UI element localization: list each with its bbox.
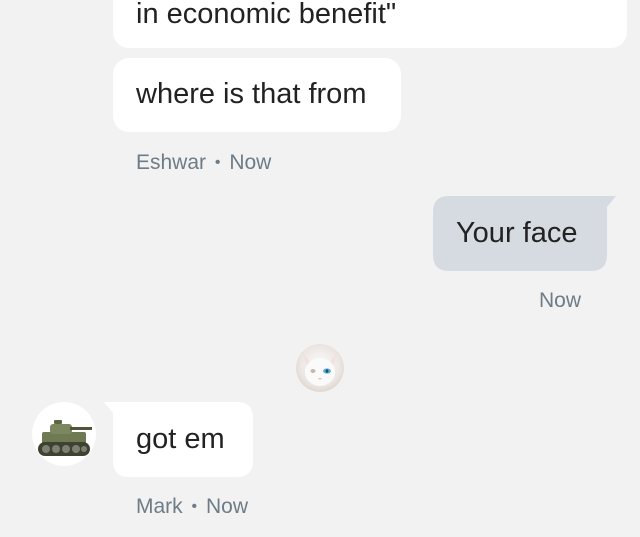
sender-name: Mark: [136, 495, 183, 518]
message-text: Your face: [456, 217, 578, 249]
message-bubble-outgoing[interactable]: Your face: [433, 196, 616, 271]
message-text-wrap: got em: [136, 425, 225, 454]
cat-avatar-icon: [296, 344, 344, 392]
message-text: got em: [136, 423, 225, 455]
meta-separator: •: [214, 154, 221, 171]
tank-avatar-icon[interactable]: [32, 402, 96, 466]
message-bubble[interactable]: got em: [104, 402, 253, 477]
meta-separator: •: [191, 498, 198, 515]
message-meta: Eshwar • Now: [136, 151, 271, 175]
message-meta: Mark • Now: [136, 495, 248, 519]
message-meta: Now: [539, 289, 581, 313]
message-bubble[interactable]: in economic benefit": [113, 0, 627, 48]
chat-thread: in economic benefit" where is that from …: [0, 0, 640, 537]
message-time: Now: [229, 151, 272, 174]
message-text-wrap: Your face: [456, 219, 577, 248]
message-bubble[interactable]: where is that from: [113, 58, 401, 132]
sender-name: Eshwar: [136, 151, 207, 174]
message-text: in economic benefit": [136, 0, 397, 30]
message-text: where is that from: [136, 78, 367, 110]
message-time: Now: [539, 289, 582, 312]
message-time: Now: [205, 495, 248, 518]
